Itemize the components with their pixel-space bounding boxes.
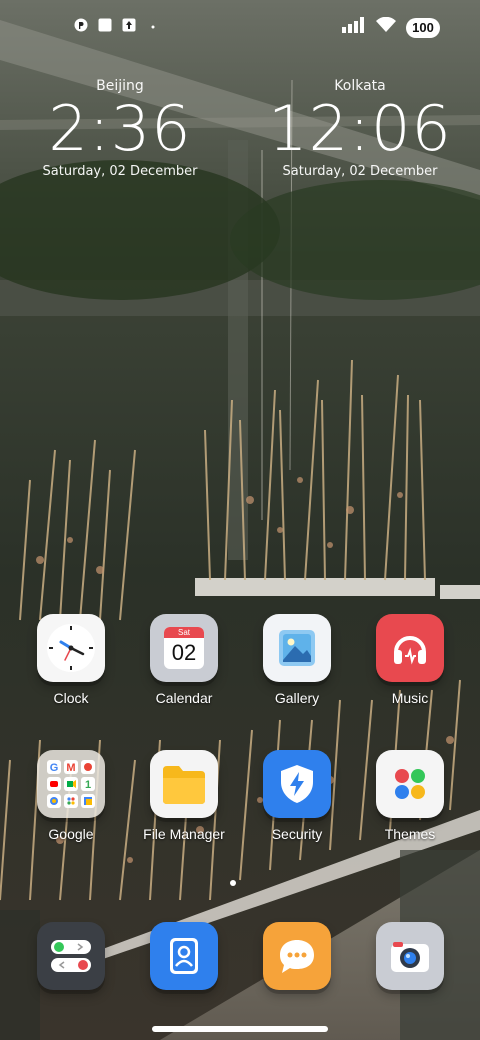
dock-phone[interactable]	[21, 922, 121, 990]
status-bar: 100	[0, 0, 480, 56]
app-label: Music	[391, 690, 429, 706]
camera-icon	[376, 922, 444, 990]
themes-icon	[376, 750, 444, 818]
contacts-icon	[150, 922, 218, 990]
app-label: Security	[271, 826, 323, 842]
svg-text:1: 1	[85, 779, 91, 791]
gallery-icon	[263, 614, 331, 682]
svg-text:G: G	[50, 762, 59, 774]
calendar-icon: Sat 02	[150, 614, 218, 682]
svg-text:M: M	[66, 762, 75, 774]
google-folder-icon: G M 1	[37, 750, 105, 818]
clock-city: Kolkata	[334, 78, 386, 94]
dock-camera[interactable]	[360, 922, 460, 990]
calendar-page: Sat 02	[164, 627, 204, 669]
app-music[interactable]: Music	[360, 614, 460, 706]
page-indicator-dot	[230, 880, 236, 886]
dock-contacts[interactable]	[134, 922, 234, 990]
app-label: Google	[48, 826, 94, 842]
dock-messages[interactable]	[247, 922, 347, 990]
clock-widget-kolkata[interactable]: Kolkata 12:06 Saturday, 02 December	[260, 78, 460, 179]
app-themes[interactable]: Themes	[360, 750, 460, 842]
home-gesture-bar[interactable]	[152, 1026, 328, 1032]
app-security[interactable]: Security	[247, 750, 347, 842]
app-label: Calendar	[155, 690, 213, 706]
clock-icon	[37, 614, 105, 682]
square-notification-icon	[98, 18, 112, 32]
app-google-folder[interactable]: G M 1 Google	[21, 750, 121, 842]
calendar-date: 02	[171, 640, 197, 665]
clock-city: Beijing	[96, 78, 144, 94]
calendar-day: Sat	[164, 627, 204, 638]
battery-level: 100	[412, 20, 434, 35]
clock-date: Saturday, 02 December	[282, 164, 438, 179]
wifi-icon	[376, 16, 396, 38]
app-calendar[interactable]: Sat 02 Calendar	[134, 614, 234, 706]
clock-date: Saturday, 02 December	[42, 164, 198, 179]
app-clock[interactable]: Clock	[21, 614, 121, 706]
messages-icon	[263, 922, 331, 990]
app-label: Clock	[53, 690, 89, 706]
battery-icon: 100	[406, 17, 440, 38]
app-file-manager[interactable]: File Manager	[134, 750, 234, 842]
app-label: File Manager	[143, 826, 225, 842]
app-gallery[interactable]: Gallery	[247, 614, 347, 706]
notification-app-icon	[74, 18, 88, 32]
shield-icon	[263, 750, 331, 818]
phone-icon	[37, 922, 105, 990]
clock-widget-beijing[interactable]: Beijing 2:36 Saturday, 02 December	[20, 78, 220, 179]
status-right: 100	[342, 16, 440, 38]
clock-time: 2:36	[48, 92, 192, 165]
clock-time: 12:06	[268, 92, 452, 165]
dot-icon	[146, 18, 160, 32]
app-label: Gallery	[274, 690, 320, 706]
upload-notification-icon	[122, 18, 136, 32]
folder-icon	[150, 750, 218, 818]
signal-icon	[342, 17, 366, 38]
headphones-icon	[376, 614, 444, 682]
status-left	[74, 18, 160, 32]
app-label: Themes	[384, 826, 436, 842]
